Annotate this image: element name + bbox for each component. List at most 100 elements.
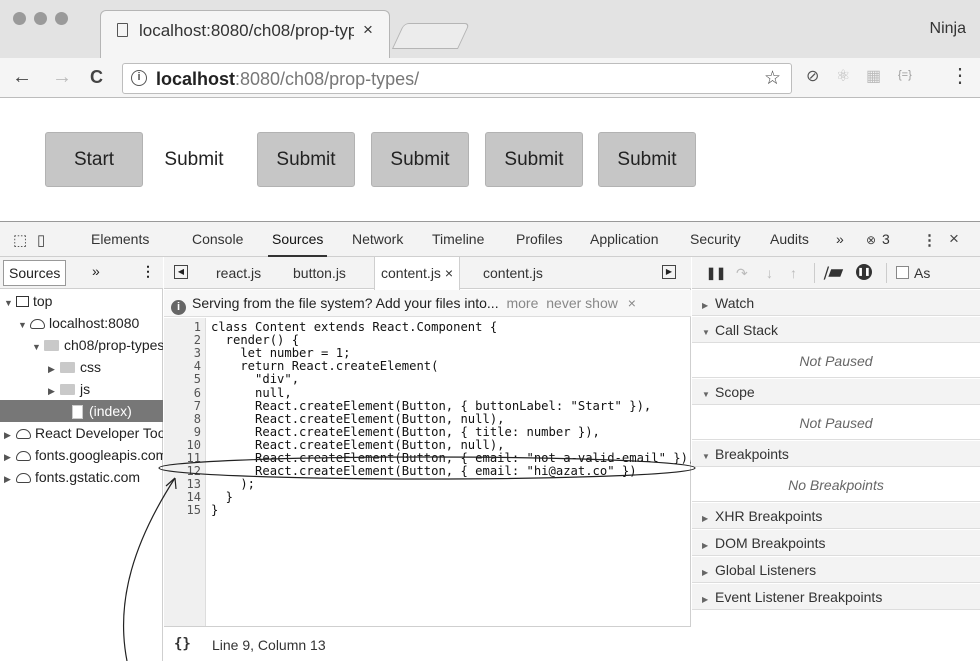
line-number[interactable]: 6 [165,386,201,400]
line-number[interactable]: 13 [165,478,201,491]
pause-icon[interactable]: ❚❚ [706,266,726,280]
tab-audits[interactable]: Audits [770,231,809,247]
more-tabs-button[interactable]: » [836,231,844,247]
reload-button[interactable]: C [90,66,103,88]
navigator-menu-icon[interactable]: ⋮ [141,263,155,280]
close-window-button[interactable] [13,12,26,25]
editor-tab-react-js[interactable]: react.js [210,257,267,289]
extension-react-icon[interactable]: ⚛ [836,66,850,86]
deactivate-breakpoints-icon[interactable]: ⧸▰ [824,265,843,282]
editor-tab-close-button[interactable]: × [445,265,453,281]
extension-json-icon[interactable]: {=} [898,69,912,81]
submit-button[interactable]: Submit [145,132,243,187]
tree-item-fonts-googleapis[interactable]: ▶ fonts.googleapis.com [0,444,163,466]
submit-button[interactable]: Submit [598,132,696,187]
step-over-icon[interactable]: ↷ [736,265,748,282]
section-global-listeners[interactable]: ▶ Global Listeners [692,557,980,583]
code-line: React.createElement(Button, null), [211,411,505,426]
line-number[interactable]: 12 [165,465,201,478]
section-watch[interactable]: ▶ Watch [692,290,980,316]
section-call-stack[interactable]: ▼ Call Stack [692,317,980,343]
toolbar-divider [886,263,887,283]
step-into-icon[interactable]: ↓ [766,265,773,281]
info-icon[interactable]: i [131,70,147,86]
tree-label: css [80,359,101,375]
infobar-more-link[interactable]: more [506,295,538,311]
profile-name[interactable]: Ninja [930,20,966,38]
line-number-gutter[interactable]: 1 2 3 4 5 6 7 8 9 10 11 12 13 14 15 [164,318,206,626]
line-number[interactable]: 5 [165,373,201,386]
device-toolbar-icon[interactable]: ▯ [37,231,45,249]
tab-timeline[interactable]: Timeline [432,231,484,247]
infobar-never-show-link[interactable]: never show [546,295,618,311]
tree-item-ch08[interactable]: ▼ ch08/prop-types [0,334,163,356]
tab-close-button[interactable]: × [363,20,373,40]
editor-tab-content-js-active[interactable]: content.js × [374,257,461,290]
line-number[interactable]: 9 [165,425,201,439]
bookmark-star-icon[interactable]: ☆ [764,67,781,90]
line-number[interactable]: 14 [165,491,201,504]
inspect-element-icon[interactable]: ⬚ [13,231,27,249]
tab-application[interactable]: Application [590,231,659,247]
tree-item-js[interactable]: ▶ js [0,378,163,400]
tree-item-fonts-gstatic[interactable]: ▶ fonts.gstatic.com [0,466,163,488]
minimize-window-button[interactable] [34,12,47,25]
line-number[interactable]: 10 [165,438,201,452]
infobar-close-button[interactable]: × [628,295,636,311]
navigator-tab-sources[interactable]: Sources [3,260,67,286]
extension-block-icon[interactable]: ⊘ [806,66,819,86]
tab-sources[interactable]: Sources [267,231,328,257]
tree-item-index[interactable]: (index) [0,400,163,422]
error-icon[interactable]: ⊗ [866,233,876,247]
devtools-close-button[interactable]: × [949,229,959,249]
tree-item-react-devtools[interactable]: ▶ React Developer Tools [0,422,163,444]
editor-tab-button-js[interactable]: button.js [287,257,352,289]
error-count[interactable]: 3 [882,231,890,247]
line-number[interactable]: 15 [165,504,201,517]
line-number[interactable]: 8 [165,412,201,426]
address-bar[interactable]: i localhost:8080/ch08/prop-types/ ☆ [122,63,792,94]
line-number[interactable]: 4 [165,360,201,373]
async-checkbox[interactable] [896,266,909,279]
tree-item-top[interactable]: ▼ top [0,290,163,312]
line-number[interactable]: 2 [165,334,201,347]
pause-on-exceptions-icon[interactable]: ❚❚ [856,264,872,280]
section-scope[interactable]: ▼ Scope [692,379,980,405]
tab-console[interactable]: Console [192,231,243,247]
back-button[interactable]: ← [12,66,32,88]
zoom-window-button[interactable] [55,12,68,25]
tree-item-css[interactable]: ▶ css [0,356,163,378]
pretty-print-button[interactable]: {} [174,636,191,652]
tab-security[interactable]: Security [690,231,741,247]
toggle-debugger-icon[interactable]: ▶ [662,265,676,279]
submit-button[interactable]: Submit [485,132,583,187]
submit-button[interactable]: Submit [257,132,355,187]
toggle-navigator-icon[interactable]: ◀ [174,265,188,279]
expand-right-icon: ▶ [48,386,55,396]
line-number[interactable]: 3 [165,347,201,360]
section-dom-breakpoints[interactable]: ▶ DOM Breakpoints [692,530,980,556]
editor-tab-content-js[interactable]: content.js [477,257,549,289]
forward-button[interactable]: → [52,66,72,88]
tree-item-localhost[interactable]: ▼ localhost:8080 [0,312,163,334]
start-button[interactable]: Start [45,132,143,187]
line-number[interactable]: 1 [165,321,201,334]
new-tab-button[interactable] [391,23,471,49]
tab-network[interactable]: Network [352,231,403,247]
browser-tab[interactable]: localhost:8080/ch08/prop-types/ × [100,10,390,58]
line-number[interactable]: 7 [165,399,201,413]
section-xhr-breakpoints[interactable]: ▶ XHR Breakpoints [692,503,980,529]
extension-grid-icon[interactable]: ▦ [866,66,881,86]
section-event-listener-breakpoints[interactable]: ▶ Event Listener Breakpoints [692,584,980,610]
submit-button[interactable]: Submit [371,132,469,187]
code-area[interactable]: class Content extends React.Component { … [211,318,691,626]
devtools-menu-icon[interactable]: ⋮ [922,231,937,249]
step-out-icon[interactable]: ↑ [790,265,797,281]
expand-right-icon: ▶ [4,474,11,484]
browser-menu-icon[interactable]: ⋮ [950,65,970,87]
line-number[interactable]: 11 [165,452,201,465]
section-breakpoints[interactable]: ▼ Breakpoints [692,441,980,467]
tab-profiles[interactable]: Profiles [516,231,563,247]
navigator-more-button[interactable]: » [92,263,100,279]
tab-elements[interactable]: Elements [91,231,149,247]
